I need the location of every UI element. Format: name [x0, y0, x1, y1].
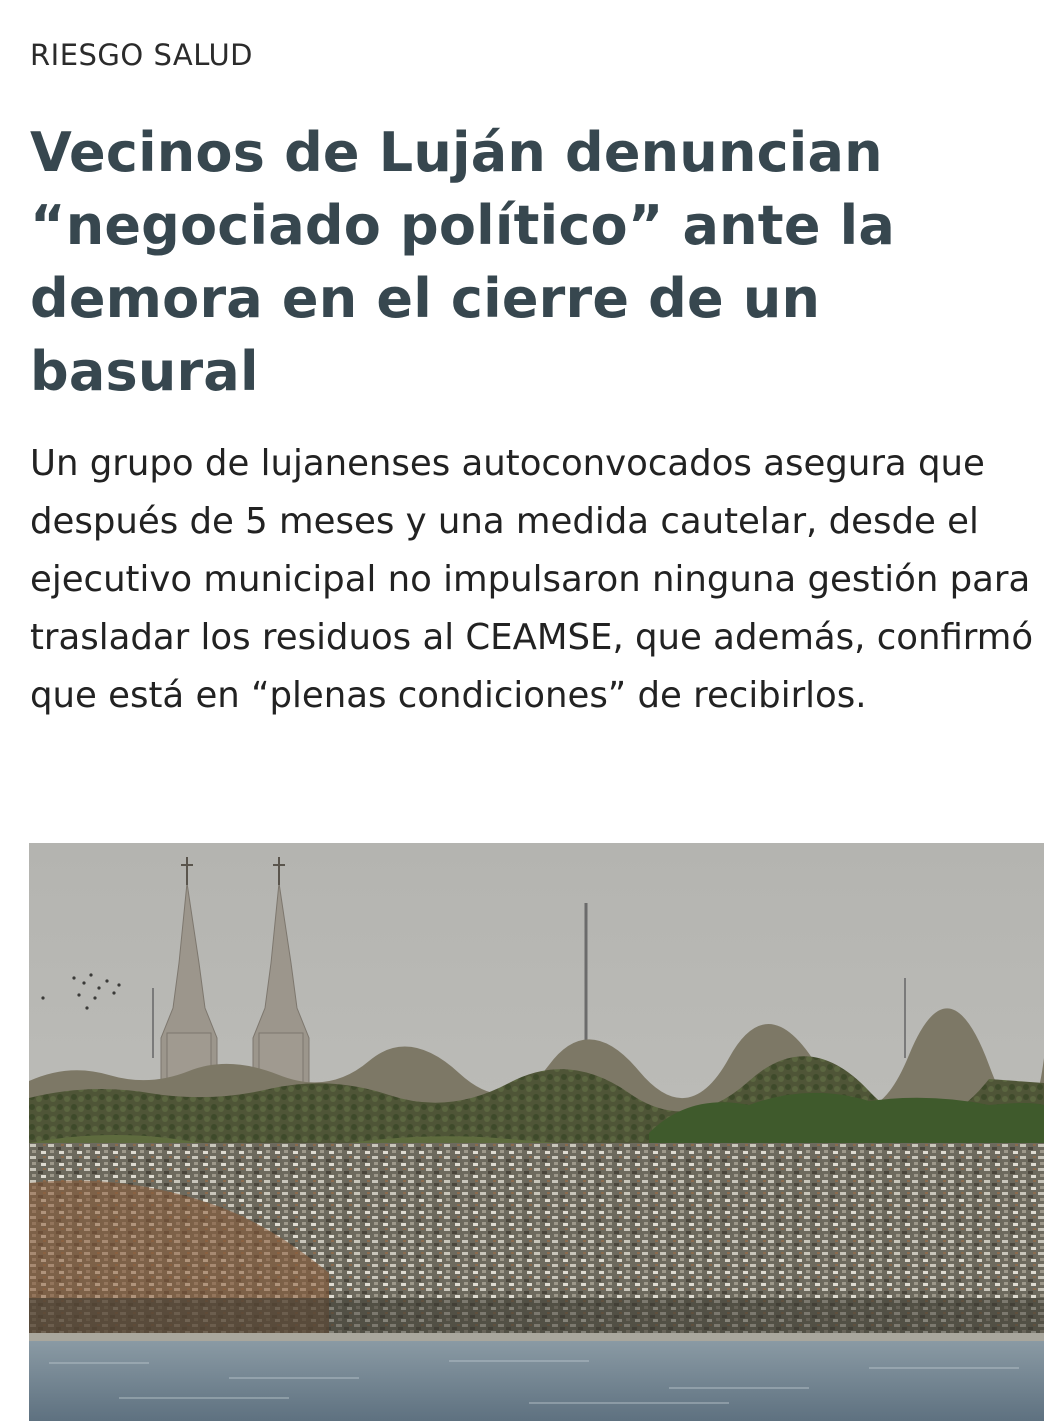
- article-headline[interactable]: Vecinos de Luján denuncian “negociado po…: [30, 116, 1030, 408]
- landfill-photo-illustration: [29, 843, 1044, 1421]
- category-label[interactable]: RIESGO SALUD: [30, 38, 253, 72]
- article-lead: Un grupo de lujanenses autoconvocados as…: [30, 443, 1034, 716]
- article-photo[interactable]: [29, 843, 1044, 1421]
